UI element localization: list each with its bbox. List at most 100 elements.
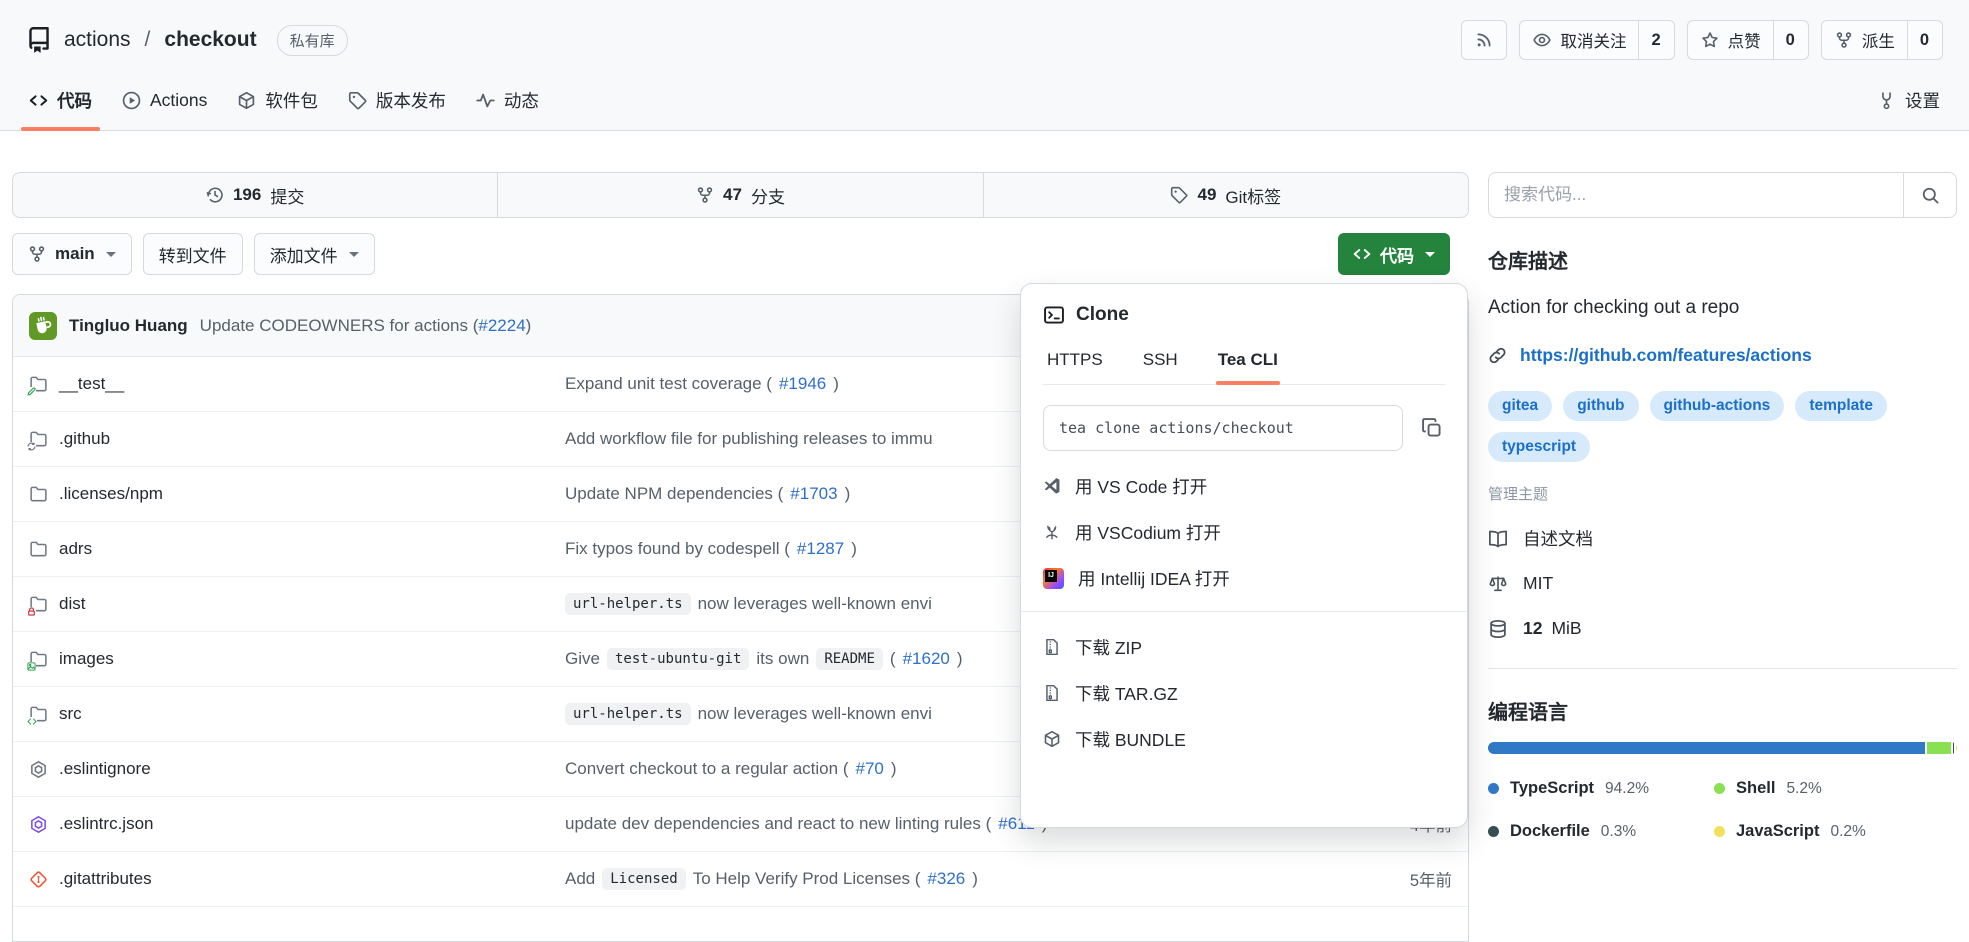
- readme-row[interactable]: 自述文档: [1488, 516, 1957, 561]
- eslint-gray-icon: [29, 760, 48, 779]
- fork-button[interactable]: 派生 0: [1821, 20, 1943, 60]
- file-name-link[interactable]: __test__: [59, 374, 124, 394]
- clone-tab[interactable]: HTTPS: [1045, 350, 1105, 384]
- zip-icon: [1043, 684, 1061, 702]
- topic-pill[interactable]: typescript: [1488, 432, 1590, 462]
- issue-link[interactable]: #70: [855, 759, 883, 779]
- repo-header: actions / checkout 私有库 取消关注 2 点赞 0 派生 0: [0, 0, 1969, 68]
- message-text: ): [845, 484, 851, 504]
- branch-name: main: [55, 244, 95, 264]
- commit-author-link[interactable]: Tingluo Huang: [69, 316, 188, 336]
- clone-open-item[interactable]: IJ 用 Intellij IDEA 打开: [1043, 555, 1445, 601]
- fork-label: 派生: [1862, 28, 1895, 52]
- topic-pill[interactable]: github-actions: [1650, 391, 1785, 421]
- clone-command-input[interactable]: tea clone actions/checkout: [1043, 405, 1403, 451]
- file-name-cell: images: [29, 649, 565, 669]
- file-name-link[interactable]: images: [59, 649, 114, 669]
- file-name-link[interactable]: .licenses/npm: [59, 484, 163, 504]
- message-text: now leverages well-known envi: [698, 594, 932, 614]
- clone-download-item[interactable]: 下载 ZIP: [1043, 624, 1445, 670]
- file-name-cell: dist: [29, 594, 565, 614]
- file-name-link[interactable]: .gitattributes: [59, 869, 152, 889]
- stat-tags[interactable]: 49 Git标签: [983, 173, 1468, 217]
- watch-count[interactable]: 2: [1638, 21, 1660, 59]
- stat-branches[interactable]: 47 分支: [497, 173, 982, 217]
- issue-link[interactable]: #2224: [478, 316, 525, 335]
- clone-open-item[interactable]: 用 VS Code 打开: [1043, 463, 1445, 509]
- repo-tab[interactable]: 代码: [14, 78, 107, 130]
- language-bar-segment: [1488, 742, 1925, 754]
- star-button[interactable]: 点赞 0: [1687, 20, 1809, 60]
- manage-topics-link[interactable]: 管理主题: [1488, 483, 1548, 504]
- file-name-link[interactable]: src: [59, 704, 82, 724]
- repo-tab[interactable]: Actions: [107, 78, 222, 130]
- play-icon: [122, 91, 141, 110]
- clone-tab[interactable]: SSH: [1141, 350, 1180, 384]
- clone-tab[interactable]: Tea CLI: [1216, 350, 1280, 384]
- clone-title: Clone: [1076, 304, 1129, 326]
- file-name-link[interactable]: adrs: [59, 539, 92, 559]
- tab-settings[interactable]: 设置: [1862, 78, 1955, 130]
- tag-icon: [348, 91, 367, 110]
- repo-tab-label: 代码: [57, 88, 92, 113]
- file-name-link[interactable]: .eslintrc.json: [59, 814, 153, 834]
- file-name-link[interactable]: .eslintignore: [59, 759, 151, 779]
- topic-pill[interactable]: template: [1795, 391, 1887, 421]
- language-legend-item: JavaScript 0.2%: [1714, 822, 1957, 841]
- language-percent: 94.2%: [1605, 780, 1649, 798]
- repo-tab[interactable]: 动态: [461, 78, 554, 130]
- language-bar-segment: [1956, 742, 1957, 754]
- fork-count[interactable]: 0: [1907, 21, 1929, 59]
- issue-link[interactable]: #1287: [797, 539, 844, 559]
- star-count[interactable]: 0: [1773, 21, 1795, 59]
- website-link[interactable]: https://github.com/features/actions: [1520, 345, 1812, 366]
- branch-selector[interactable]: main: [12, 233, 132, 275]
- issue-link[interactable]: #1620: [903, 649, 950, 669]
- repo-tab[interactable]: 软件包: [222, 78, 333, 130]
- language-bar-segment: [1927, 742, 1951, 754]
- repo-owner-link[interactable]: actions: [64, 28, 131, 52]
- vscodium-icon: [1043, 523, 1061, 541]
- file-name-cell: .eslintignore: [29, 759, 565, 779]
- folder-lock-icon: [29, 595, 48, 614]
- file-name-link[interactable]: .github: [59, 429, 110, 449]
- goto-file-button[interactable]: 转到文件: [143, 233, 243, 275]
- rss-button[interactable]: [1461, 20, 1507, 60]
- repo-name-link[interactable]: checkout: [164, 28, 256, 52]
- pulse-icon: [476, 91, 495, 110]
- law-icon: [1488, 574, 1508, 594]
- code-button[interactable]: 代码: [1338, 233, 1450, 275]
- repo-description: Action for checking out a repo: [1488, 297, 1957, 319]
- repo-separator: /: [145, 28, 151, 52]
- license-row[interactable]: MIT: [1488, 561, 1957, 606]
- issue-link[interactable]: #1946: [779, 374, 826, 394]
- eye-icon: [1533, 31, 1551, 49]
- search-button[interactable]: [1903, 173, 1956, 217]
- website-row: https://github.com/features/actions: [1488, 345, 1957, 366]
- clone-open-item[interactable]: 用 VSCodium 打开: [1043, 509, 1445, 555]
- stat-commits[interactable]: 196 提交: [13, 173, 497, 217]
- add-file-button[interactable]: 添加文件: [254, 233, 375, 275]
- copy-button[interactable]: [1419, 415, 1445, 441]
- package-icon: [1043, 730, 1061, 748]
- size-row: 12 MiB: [1488, 606, 1957, 651]
- repo-meta: 自述文档 MIT 12 MiB: [1488, 516, 1957, 651]
- language-dot: [1714, 826, 1725, 837]
- clone-download-item[interactable]: 下载 BUNDLE: [1043, 716, 1445, 762]
- topic-pill[interactable]: github: [1563, 391, 1638, 421]
- language-legend: TypeScript 94.2% Shell 5.2% Dockerfile 0…: [1488, 779, 1957, 841]
- file-name-link[interactable]: dist: [59, 594, 85, 614]
- repo-tab[interactable]: 版本发布: [333, 78, 461, 130]
- clone-download-item-label: 下载 BUNDLE: [1075, 727, 1186, 752]
- terminal-icon: [1043, 304, 1065, 326]
- repo-book-icon: [26, 27, 52, 53]
- issue-link[interactable]: #1703: [790, 484, 837, 504]
- wrench-icon: [1877, 91, 1896, 110]
- topic-pill[interactable]: gitea: [1488, 391, 1552, 421]
- file-name-cell: .gitattributes: [29, 869, 565, 889]
- clone-download-item[interactable]: 下载 TAR.GZ: [1043, 670, 1445, 716]
- search-input[interactable]: [1489, 173, 1903, 217]
- issue-link[interactable]: #326: [927, 869, 965, 889]
- avatar[interactable]: [29, 312, 57, 340]
- unwatch-button[interactable]: 取消关注 2: [1519, 20, 1674, 60]
